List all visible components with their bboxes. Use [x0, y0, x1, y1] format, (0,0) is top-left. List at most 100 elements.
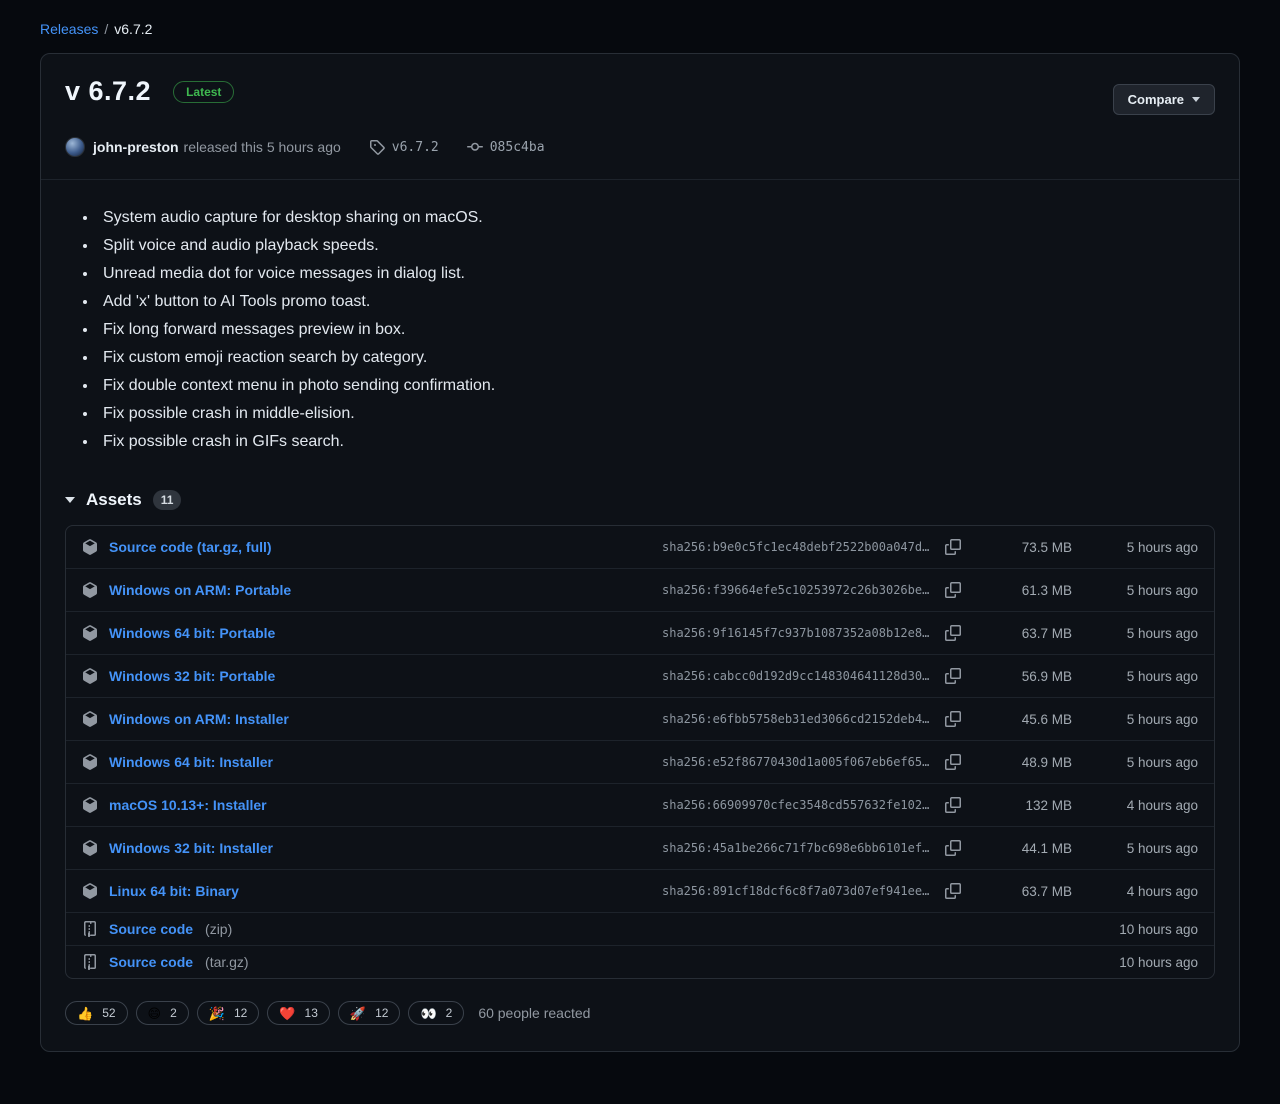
compare-button[interactable]: Compare	[1113, 84, 1215, 115]
release-note-item: Fix double context menu in photo sending…	[98, 372, 1215, 400]
reaction-pill[interactable]: ❤️ 13	[267, 1001, 330, 1025]
table-row: Windows 64 bit: Installer sha256:e52f867…	[66, 740, 1214, 783]
avatar[interactable]	[65, 137, 85, 157]
latest-badge: Latest	[173, 81, 234, 103]
asset-time: 5 hours ago	[1082, 626, 1198, 641]
asset-time: 4 hours ago	[1082, 884, 1198, 899]
table-row: Windows 64 bit: Portable sha256:9f16145f…	[66, 611, 1214, 654]
asset-sha256: sha256:45a1be266c71f7bc698e6bb6101ef…	[662, 841, 936, 855]
release-note-item: Unread media dot for voice messages in d…	[98, 260, 1215, 288]
asset-size: 73.5 MB	[976, 540, 1072, 555]
release-header: v 6.7.2 Latest Compare john-preston rele…	[41, 54, 1239, 180]
package-icon	[82, 797, 98, 813]
asset-link[interactable]: Windows 64 bit: Installer	[109, 754, 273, 770]
reaction-count: 2	[446, 1006, 453, 1020]
reaction-pill[interactable]: 👍 52	[65, 1001, 128, 1025]
compare-button-label: Compare	[1128, 92, 1184, 107]
table-row: Source code (tar.gz, full) sha256:b9e0c5…	[66, 526, 1214, 568]
asset-link[interactable]: Windows 64 bit: Portable	[109, 625, 275, 641]
package-icon	[82, 883, 98, 899]
assets-toggle[interactable]: Assets 11	[65, 490, 181, 510]
breadcrumb-releases-link[interactable]: Releases	[40, 21, 98, 37]
asset-size: 63.7 MB	[976, 884, 1072, 899]
asset-link[interactable]: Windows 32 bit: Installer	[109, 840, 273, 856]
file-zip-icon	[82, 921, 98, 937]
reaction-count: 2	[170, 1006, 177, 1020]
reaction-count: 12	[375, 1006, 388, 1020]
release-note-item: System audio capture for desktop sharing…	[98, 204, 1215, 232]
copy-icon[interactable]	[944, 753, 962, 771]
reaction-count: 52	[102, 1006, 115, 1020]
asset-sha256: sha256:b9e0c5fc1ec48debf2522b00a047d…	[662, 540, 936, 554]
asset-time: 5 hours ago	[1082, 669, 1198, 684]
assets-table: Source code (tar.gz, full) sha256:b9e0c5…	[65, 525, 1215, 979]
copy-icon[interactable]	[944, 538, 962, 556]
release-card: v 6.7.2 Latest Compare john-preston rele…	[40, 53, 1240, 1052]
reaction-emoji-icon: 😄	[148, 1007, 162, 1020]
asset-size: 63.7 MB	[976, 626, 1072, 641]
package-icon	[82, 539, 98, 555]
table-row: Windows 32 bit: Portable sha256:cabcc0d1…	[66, 654, 1214, 697]
author-name[interactable]: john-preston	[93, 139, 179, 155]
asset-sha256: sha256:9f16145f7c937b1087352a08b12e8…	[662, 626, 936, 640]
release-note-item: Fix possible crash in GIFs search.	[98, 428, 1215, 456]
table-row: Source code (zip) 10 hours ago	[66, 912, 1214, 945]
package-icon	[82, 840, 98, 856]
asset-sha256: sha256:66909970cfec3548cd557632fe102…	[662, 798, 936, 812]
asset-link[interactable]: Source code	[109, 921, 193, 937]
commit-icon	[467, 139, 483, 155]
asset-time: 5 hours ago	[1082, 583, 1198, 598]
asset-size: 45.6 MB	[976, 712, 1072, 727]
asset-link[interactable]: Source code (tar.gz, full)	[109, 539, 272, 555]
asset-sha256: sha256:e52f86770430d1a005f067eb6ef65…	[662, 755, 936, 769]
copy-icon[interactable]	[944, 581, 962, 599]
file-zip-icon	[82, 954, 98, 970]
asset-time: 10 hours ago	[1082, 955, 1198, 970]
copy-icon[interactable]	[944, 796, 962, 814]
table-row: Windows 32 bit: Installer sha256:45a1be2…	[66, 826, 1214, 869]
asset-link[interactable]: Windows on ARM: Portable	[109, 582, 291, 598]
reaction-pill[interactable]: 👀 2	[408, 1001, 464, 1025]
asset-link-suffix: (tar.gz)	[205, 954, 249, 970]
reaction-count: 12	[234, 1006, 247, 1020]
table-row: macOS 10.13+: Installer sha256:66909970c…	[66, 783, 1214, 826]
chevron-down-icon	[1192, 97, 1200, 102]
copy-icon[interactable]	[944, 839, 962, 857]
reaction-pill[interactable]: 😄 2	[136, 1001, 189, 1025]
assets-title: Assets	[86, 490, 142, 510]
assets-section: Assets 11 Source code (tar.gz, full) sha…	[65, 490, 1215, 979]
released-text: released this 5 hours ago	[184, 139, 341, 155]
reaction-pill[interactable]: 🚀 12	[338, 1001, 401, 1025]
asset-link[interactable]: Windows 32 bit: Portable	[109, 668, 275, 684]
copy-icon[interactable]	[944, 710, 962, 728]
reaction-emoji-icon: 🚀	[350, 1007, 366, 1020]
asset-time: 5 hours ago	[1082, 712, 1198, 727]
asset-size: 132 MB	[976, 798, 1072, 813]
reaction-pill[interactable]: 🎉 12	[197, 1001, 260, 1025]
breadcrumb-separator: /	[104, 21, 108, 37]
breadcrumb-current: v6.7.2	[114, 21, 152, 37]
asset-time: 10 hours ago	[1082, 922, 1198, 937]
page-title: v 6.7.2	[65, 76, 151, 107]
asset-link[interactable]: Source code	[109, 954, 193, 970]
tag-name: v6.7.2	[392, 140, 439, 155]
release-note-item: Fix possible crash in middle-elision.	[98, 400, 1215, 428]
copy-icon[interactable]	[944, 882, 962, 900]
package-icon	[82, 625, 98, 641]
table-row: Windows on ARM: Installer sha256:e6fbb57…	[66, 697, 1214, 740]
asset-link[interactable]: Linux 64 bit: Binary	[109, 883, 239, 899]
release-notes: System audio capture for desktop sharing…	[65, 204, 1215, 456]
release-note-item: Add 'x' button to AI Tools promo toast.	[98, 288, 1215, 316]
package-icon	[82, 582, 98, 598]
reactions-summary: 60 people reacted	[478, 1005, 590, 1021]
commit-sha[interactable]: 085c4ba	[490, 140, 545, 155]
caret-down-icon	[65, 497, 75, 503]
release-note-item: Split voice and audio playback speeds.	[98, 232, 1215, 260]
asset-link[interactable]: macOS 10.13+: Installer	[109, 797, 267, 813]
tag-group: v6.7.2	[369, 139, 439, 155]
copy-icon[interactable]	[944, 667, 962, 685]
asset-sha256: sha256:891cf18dcf6c8f7a073d07ef941ee…	[662, 884, 936, 898]
copy-icon[interactable]	[944, 624, 962, 642]
release-note-item: Fix custom emoji reaction search by cate…	[98, 344, 1215, 372]
asset-link[interactable]: Windows on ARM: Installer	[109, 711, 289, 727]
